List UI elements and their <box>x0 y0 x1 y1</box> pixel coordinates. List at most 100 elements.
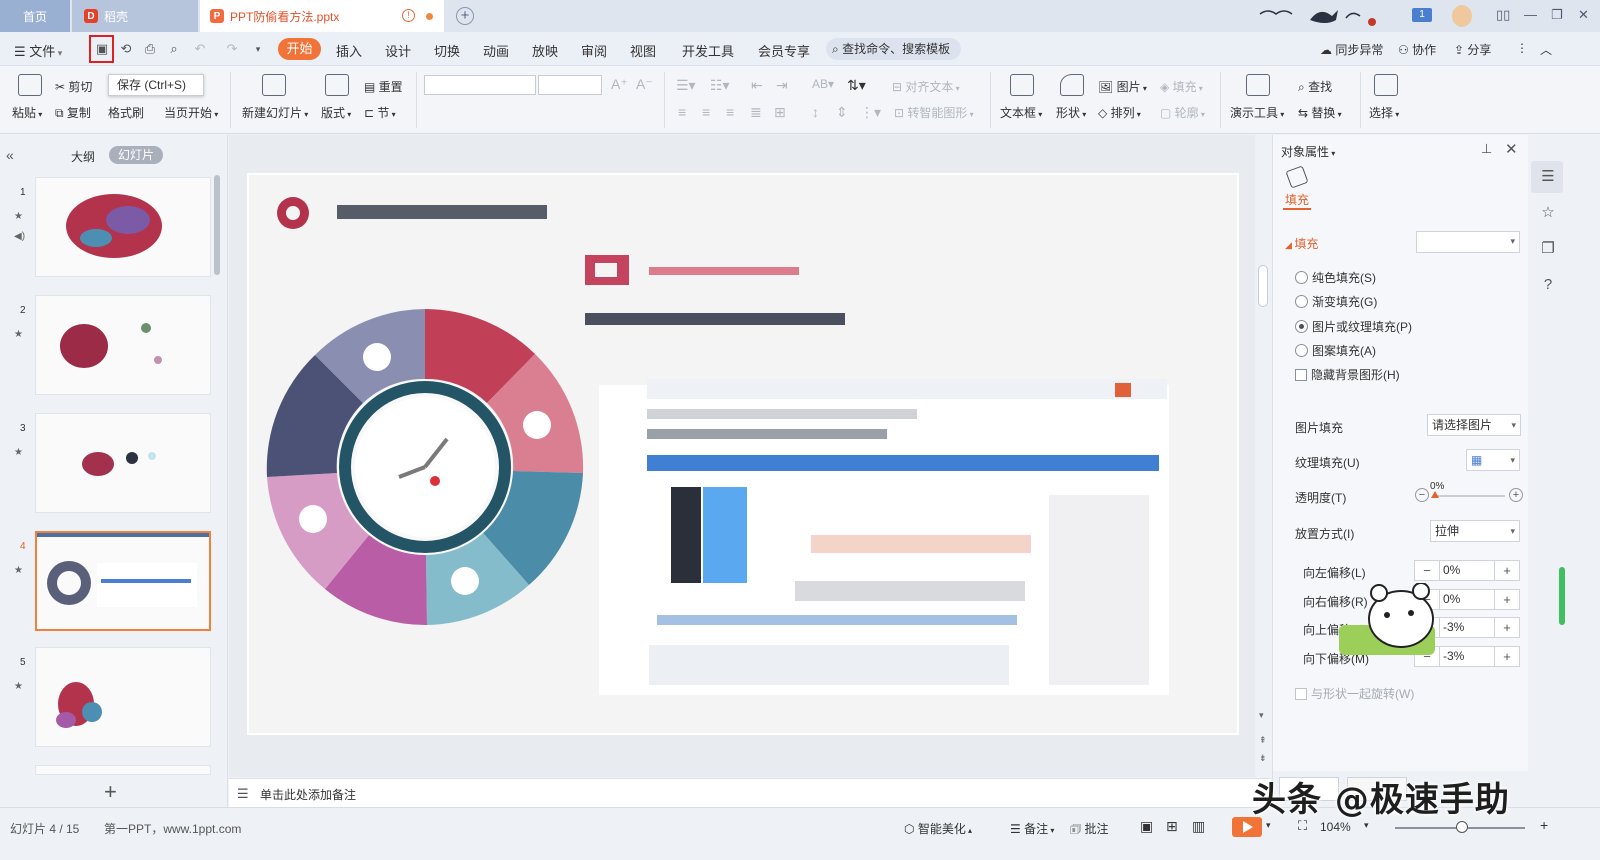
zoom-chevron-icon[interactable]: ▾ <box>1364 820 1369 831</box>
shape-icon[interactable] <box>1060 74 1084 96</box>
print-preview-icon[interactable]: ⌕ <box>166 41 182 57</box>
properties-sliders-icon[interactable]: ☰ <box>1538 167 1558 187</box>
notes-placeholder[interactable]: 单击此处添加备注 <box>260 786 356 803</box>
texture-fill-select[interactable]: ▦ ▾ <box>1466 449 1520 471</box>
theme-name[interactable]: 第一PPT，www.1ppt.com <box>104 820 241 837</box>
plus-icon[interactable]: + <box>1495 618 1519 637</box>
hide-background-check[interactable] <box>1295 368 1307 381</box>
slide-thumbnail-4-selected[interactable] <box>35 531 211 631</box>
collapse-ribbon-icon[interactable]: ︿ <box>1540 41 1552 58</box>
textbox-button[interactable]: 文本框 ▾ <box>1000 104 1042 121</box>
plus-icon[interactable]: + <box>1495 590 1519 609</box>
offset-left-value[interactable]: 0% <box>1439 561 1495 580</box>
share-button[interactable]: ⇪ 分享 <box>1454 41 1491 58</box>
comments-button[interactable]: 🗊 批注 <box>1070 820 1108 841</box>
close-icon[interactable]: ✕ <box>1578 7 1589 23</box>
distribute-icon[interactable]: ⊞ <box>774 104 786 121</box>
numbered-list-icon[interactable]: ☷▾ <box>710 77 730 94</box>
transparency-decrease-button[interactable]: − <box>1415 488 1429 502</box>
animation-star-icon[interactable]: ☆ <box>1538 203 1558 223</box>
canvas-vertical-scrollbar[interactable]: ▾ ⇞ ⇟ <box>1255 135 1271 777</box>
tab-slides[interactable]: 幻灯片 <box>109 146 163 164</box>
offset-top-value[interactable]: -3% <box>1439 618 1495 637</box>
current-slide[interactable] <box>249 175 1237 733</box>
find-button[interactable]: ⌕ 查找 <box>1298 78 1332 95</box>
tab-daoke[interactable]: D 稻壳 <box>72 0 198 32</box>
present-tools-button[interactable]: 演示工具 ▾ <box>1230 104 1284 121</box>
play-options-chevron-icon[interactable]: ▾ <box>1266 820 1271 831</box>
radio-solid-fill-control[interactable] <box>1295 271 1308 284</box>
undo-history-icon[interactable]: ⟲ <box>118 41 134 57</box>
tab-fill[interactable]: 填充 <box>1285 191 1309 208</box>
rotate-with-shape-check[interactable] <box>1295 687 1307 700</box>
increase-font-icon[interactable]: A⁺ <box>611 76 628 93</box>
thumbnail-scrollbar[interactable] <box>214 175 220 275</box>
columns-icon[interactable]: ⋮▾ <box>860 104 881 121</box>
hide-background-checkbox[interactable]: 隐藏背景图形(H) <box>1295 366 1400 383</box>
line-spacing-icon[interactable]: ↕ <box>812 104 819 120</box>
canvas-scroll-thumb[interactable] <box>1258 265 1268 307</box>
transparency-slider[interactable] <box>1435 495 1505 497</box>
radio-gradient-fill-control[interactable] <box>1295 295 1308 308</box>
tab-home[interactable]: 首页 <box>0 0 70 32</box>
bullet-list-icon[interactable]: ☰▾ <box>676 77 696 94</box>
rotate-with-shape-checkbox[interactable]: 与形状一起旋转(W) <box>1295 685 1414 702</box>
fill-button[interactable]: ◈ 填充 ▾ <box>1160 78 1203 95</box>
offset-right-value[interactable]: 0% <box>1439 590 1495 609</box>
menu-design[interactable]: 设计 <box>385 41 411 60</box>
next-slide-icon[interactable]: ⇟ <box>1259 753 1267 764</box>
tab-document[interactable]: P PPT防偷看方法.pptx ! <box>200 0 444 32</box>
layout-button[interactable]: 版式 ▾ <box>321 104 351 121</box>
prev-slide-icon[interactable]: ⇞ <box>1259 735 1267 746</box>
smart-shape-button[interactable]: ⊡ 转智能图形 ▾ <box>894 104 974 121</box>
notification-badge[interactable]: 1 <box>1412 8 1432 22</box>
sort-icon[interactable]: ⇅▾ <box>847 77 866 94</box>
indent-decrease-icon[interactable]: ⇤ <box>751 77 763 94</box>
panel-title[interactable]: 对象属性 ▾ <box>1281 143 1335 160</box>
menu-review[interactable]: 审阅 <box>581 41 607 60</box>
textbox-icon[interactable] <box>1010 74 1034 96</box>
normal-view-icon[interactable]: ▣ <box>1140 818 1153 835</box>
fill-section-header[interactable]: ◢ 填充 <box>1285 235 1318 252</box>
radio-solid-fill[interactable]: 纯色填充(S) <box>1295 269 1376 286</box>
arrange-button[interactable]: ◇ 排列 ▾ <box>1098 104 1141 121</box>
copy-button[interactable]: ⧉ 复制 <box>55 104 91 121</box>
new-slide-icon[interactable] <box>262 74 286 96</box>
radio-gradient-fill[interactable]: 渐变填充(G) <box>1295 293 1377 310</box>
redo-icon[interactable]: ↷ <box>224 41 240 57</box>
menu-slideshow[interactable]: 放映 <box>532 41 558 60</box>
cut-button[interactable]: ✂ 剪切 <box>55 78 92 95</box>
panel-scroll-indicator[interactable] <box>1559 567 1565 625</box>
radio-picture-fill[interactable]: 图片或纹理填充(P) <box>1295 318 1412 335</box>
align-right-icon[interactable]: ≡ <box>726 104 734 120</box>
slide-thumbnail-3[interactable] <box>35 413 211 513</box>
more-icon[interactable]: ⋮ <box>1516 41 1528 55</box>
slide-thumbnail-1[interactable] <box>35 177 211 277</box>
radio-pattern-fill[interactable]: 图案填充(A) <box>1295 342 1376 359</box>
plus-icon[interactable]: + <box>1495 647 1519 666</box>
present-tools-icon[interactable] <box>1246 74 1270 96</box>
transition-icon[interactable]: ❐ <box>1538 239 1558 259</box>
from-current-button[interactable]: 当页开始 ▾ <box>164 104 218 121</box>
zoom-level[interactable]: 104% <box>1320 820 1351 834</box>
placement-select[interactable]: 拉伸 ▾ <box>1430 520 1520 542</box>
new-tab-button[interactable]: + <box>456 7 474 25</box>
transparency-slider-handle[interactable] <box>1431 491 1439 498</box>
align-center-icon[interactable]: ≡ <box>702 104 710 120</box>
menu-animation[interactable]: 动画 <box>483 41 509 60</box>
picture-button[interactable]: 🖼 图片 ▾ <box>1098 78 1147 95</box>
section-button[interactable]: ⊏ 节 ▾ <box>364 104 396 121</box>
paste-icon[interactable] <box>18 74 42 96</box>
font-family-select[interactable] <box>424 75 536 95</box>
menu-developer[interactable]: 开发工具 <box>682 41 734 60</box>
tab-outline[interactable]: 大纲 <box>71 148 95 165</box>
restore-icon[interactable]: ❐ <box>1551 7 1563 23</box>
minimize-icon[interactable]: — <box>1524 7 1537 22</box>
notes-pane[interactable]: ☰ 单击此处添加备注 <box>229 778 1271 807</box>
decrease-font-icon[interactable]: A⁻ <box>636 76 653 93</box>
indent-increase-icon[interactable]: ⇥ <box>776 77 788 94</box>
picture-fill-select[interactable]: 请选择图片 ▾ <box>1427 414 1521 436</box>
new-slide-button[interactable]: 新建幻灯片 ▾ <box>242 104 308 121</box>
paste-button[interactable]: 粘贴 ▾ <box>12 104 42 121</box>
minus-icon[interactable]: − <box>1415 561 1439 580</box>
